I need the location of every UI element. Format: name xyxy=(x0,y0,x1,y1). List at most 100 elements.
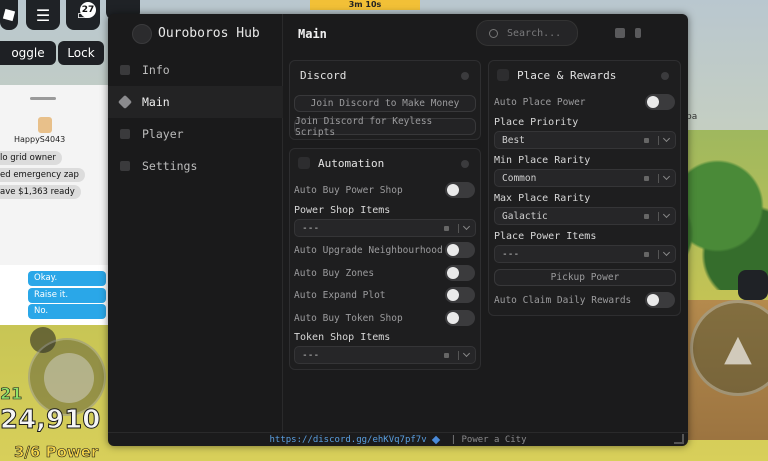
place-priority-dropdown[interactable]: Best xyxy=(494,131,676,149)
sidebar-item-label: Player xyxy=(142,127,184,141)
toggle-button[interactable]: oggle xyxy=(0,41,56,65)
auto-buy-zones-label: Auto Buy Zones xyxy=(294,268,375,279)
side-action-button[interactable] xyxy=(738,270,768,300)
auto-claim-toggle[interactable] xyxy=(645,292,675,308)
main-icon xyxy=(117,94,133,110)
chat-unread-badge: 27 xyxy=(80,2,96,18)
join-discord-money-button[interactable]: Join Discord to Make Money xyxy=(294,95,476,112)
search-input[interactable]: Search... xyxy=(476,20,578,46)
minimize-icon[interactable] xyxy=(615,28,625,38)
chat-username: HappyS4043 xyxy=(14,135,66,144)
chevron-down-icon xyxy=(662,134,671,143)
hub-logo-icon xyxy=(132,24,152,44)
chat-message: ed emergency zap xyxy=(0,168,85,182)
dropdown-dot-icon xyxy=(644,214,649,219)
auto-expand-plot-label: Auto Expand Plot xyxy=(294,290,386,301)
joystick-thumb[interactable] xyxy=(44,353,94,403)
sidebar-item-label: Settings xyxy=(142,159,198,173)
place-power-items-dropdown[interactable]: --- xyxy=(494,245,676,263)
discord-link[interactable]: https://discord.gg/ehKVq7pf7v xyxy=(270,435,427,445)
auto-buy-zones-toggle[interactable] xyxy=(445,265,475,281)
dropdown-dot-icon xyxy=(644,176,649,181)
gem-icon xyxy=(431,435,440,444)
automation-icon xyxy=(298,157,310,169)
chevron-down-icon xyxy=(462,222,471,231)
hub-title: Ouroboros Hub xyxy=(158,26,260,41)
power-shop-items-dropdown[interactable]: --- xyxy=(294,219,476,237)
dropdown-value: --- xyxy=(302,222,320,234)
hub-sidebar: Ouroboros Hub Info Main Player Settings xyxy=(108,14,283,432)
auto-expand-plot-toggle[interactable] xyxy=(445,287,475,303)
dropdown-value: Galactic xyxy=(502,210,548,222)
dropdown-separator xyxy=(658,250,659,259)
hub-window: Ouroboros Hub Info Main Player Settings … xyxy=(108,14,688,446)
dropdown-dot-icon xyxy=(444,353,449,358)
auto-buy-power-shop-toggle[interactable] xyxy=(445,182,475,198)
chat-drag-handle[interactable] xyxy=(30,97,56,100)
dropdown-value: --- xyxy=(502,248,520,260)
sidebar-item-info[interactable]: Info xyxy=(108,54,283,86)
token-shop-items-dropdown[interactable]: --- xyxy=(294,346,476,364)
join-discord-keyless-button[interactable]: Join Discord for Keyless Scripts xyxy=(294,116,476,138)
sidebar-item-main[interactable]: Main xyxy=(108,86,283,118)
dropdown-separator xyxy=(658,174,659,183)
place-power-items-label: Place Power Items xyxy=(494,231,597,242)
player-icon xyxy=(120,129,130,139)
dropdown-separator xyxy=(658,212,659,221)
section-info-icon xyxy=(461,72,469,80)
hub-footer: https://discord.gg/ehKVq7pf7v | Power a … xyxy=(108,432,688,446)
dropdown-dot-icon xyxy=(444,226,449,231)
dropdown-separator xyxy=(658,136,659,145)
lock-button[interactable]: Lock xyxy=(58,41,104,65)
auto-place-power-toggle[interactable] xyxy=(645,94,675,110)
section-title: Place & Rewards xyxy=(517,69,617,82)
auto-claim-label: Auto Claim Daily Rewards xyxy=(494,295,632,306)
avatar xyxy=(38,117,52,133)
roblox-menu-button[interactable] xyxy=(0,0,18,30)
auto-buy-power-shop-label: Auto Buy Power Shop xyxy=(294,185,403,196)
stat-level: 21 xyxy=(0,384,23,404)
sidebar-item-settings[interactable]: Settings xyxy=(108,150,283,182)
dropdown-value: Best xyxy=(502,134,525,146)
auto-buy-token-shop-label: Auto Buy Token Shop xyxy=(294,313,403,324)
section-info-icon xyxy=(461,160,469,168)
hamburger-icon: ☰ xyxy=(35,5,51,25)
pickup-power-button[interactable]: Pickup Power xyxy=(494,269,676,286)
min-place-rarity-label: Min Place Rarity xyxy=(494,155,591,166)
sidebar-item-label: Main xyxy=(142,95,170,109)
resize-handle-icon[interactable] xyxy=(674,434,684,444)
settings-icon xyxy=(120,161,130,171)
place-priority-label: Place Priority xyxy=(494,117,579,128)
max-place-rarity-label: Max Place Rarity xyxy=(494,193,591,204)
power-shop-items-label: Power Shop Items xyxy=(294,205,391,216)
sidebar-item-player[interactable]: Player xyxy=(108,118,283,150)
auto-upgrade-label: Auto Upgrade Neighbourhood xyxy=(294,245,443,256)
section-title: Automation xyxy=(318,157,385,170)
close-icon[interactable] xyxy=(635,28,641,38)
quick-reply-raise[interactable]: Raise it. xyxy=(28,288,106,303)
auto-buy-token-shop-toggle[interactable] xyxy=(445,310,475,326)
max-place-rarity-dropdown[interactable]: Galactic xyxy=(494,207,676,225)
chevron-down-icon xyxy=(662,210,671,219)
hamburger-menu-button[interactable]: ☰ xyxy=(26,0,60,30)
round-timer: 3m 10s xyxy=(310,0,420,10)
min-place-rarity-dropdown[interactable]: Common xyxy=(494,169,676,187)
quick-reply-no[interactable]: No. xyxy=(28,304,106,319)
auto-upgrade-toggle[interactable] xyxy=(445,242,475,258)
money-counter: 24,910 xyxy=(0,405,101,436)
section-info-icon xyxy=(661,72,669,80)
dropdown-separator xyxy=(458,351,459,360)
chevron-down-icon xyxy=(662,172,671,181)
section-title: Discord xyxy=(300,69,347,82)
dropdown-dot-icon xyxy=(644,252,649,257)
dropdown-separator xyxy=(458,224,459,233)
search-placeholder: Search... xyxy=(507,27,562,39)
chat-message: lo grid owner xyxy=(0,151,62,165)
chat-message: ave $1,363 ready xyxy=(0,185,81,199)
quick-reply-okay[interactable]: Okay. xyxy=(28,271,106,286)
arrow-up-icon: ▲ xyxy=(724,327,752,369)
auto-place-power-label: Auto Place Power xyxy=(494,97,586,108)
place-rewards-icon xyxy=(497,69,509,81)
page-title: Main xyxy=(298,27,327,41)
dropdown-dot-icon xyxy=(644,138,649,143)
